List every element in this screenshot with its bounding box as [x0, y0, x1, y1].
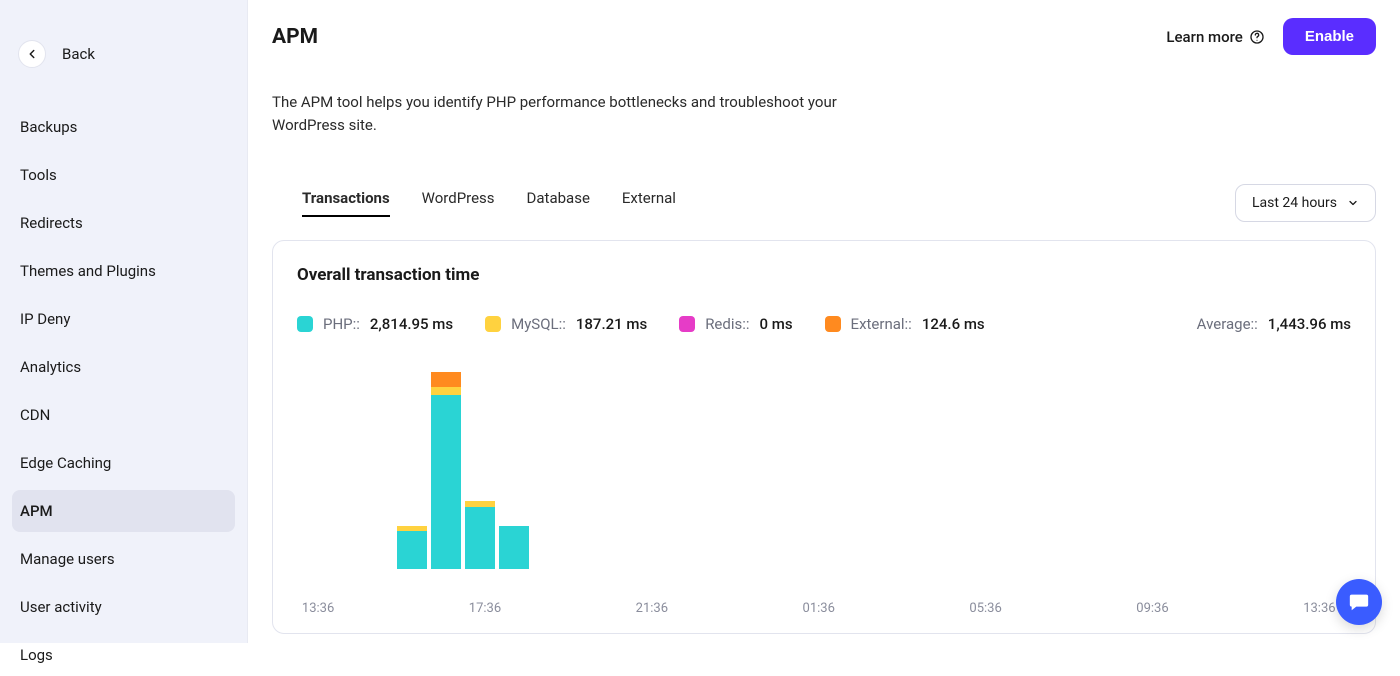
x-tick: 05:36 — [969, 601, 1001, 616]
chat-widget[interactable] — [1336, 579, 1382, 625]
tab-transactions[interactable]: Transactions — [302, 189, 390, 217]
legend-php-value: 2,814.95 ms — [370, 315, 453, 333]
chevron-down-icon — [1347, 197, 1359, 209]
tab-row: Transactions WordPress Database External La… — [272, 184, 1376, 222]
legend-row: PHP:: 2,814.95 ms MySQL:: 187.21 ms Redi… — [297, 315, 1351, 333]
legend-mysql-label: MySQL:: — [511, 315, 566, 333]
sidebar-item-cdn[interactable]: CDN — [12, 394, 235, 436]
chart-bars — [297, 371, 1351, 569]
sidebar-item-backups[interactable]: Backups — [12, 106, 235, 148]
header-row: APM Learn more Enable — [272, 18, 1376, 55]
bar-segment-php — [499, 526, 529, 569]
chart-x-axis: 13:36 17:36 21:36 01:36 05:36 09:36 13:36 — [297, 601, 1351, 621]
bar-segment-php — [465, 507, 495, 569]
back-label: Back — [62, 45, 95, 63]
swatch-external — [825, 316, 841, 332]
back-button[interactable] — [18, 40, 46, 68]
card-title: Overall transaction time — [297, 265, 1351, 285]
legend-avg-value: 1,443.96 ms — [1268, 315, 1351, 333]
learn-more-label: Learn more — [1166, 28, 1242, 46]
learn-more-link[interactable]: Learn more — [1166, 28, 1264, 46]
legend-avg-label: Average:: — [1197, 315, 1258, 333]
chat-icon — [1348, 591, 1370, 613]
header-actions: Learn more Enable — [1166, 18, 1376, 55]
sidebar-item-edge-caching[interactable]: Edge Caching — [12, 442, 235, 484]
bar-stack — [499, 526, 529, 569]
tabs: Transactions WordPress Database External — [302, 189, 676, 217]
bar-segment-mysql — [431, 387, 461, 394]
bar-segment-php — [397, 531, 427, 569]
sidebar: Back Backups Tools Redirects Themes and Plu… — [0, 0, 248, 643]
legend-external-value: 124.6 ms — [922, 315, 985, 333]
legend-redis-value: 0 ms — [760, 315, 793, 333]
x-tick: 21:36 — [636, 601, 668, 616]
arrow-left-icon — [25, 47, 39, 61]
help-circle-icon — [1249, 29, 1265, 45]
bar-segment-external — [431, 372, 461, 387]
chart-area — [297, 371, 1351, 569]
main-content: APM Learn more Enable The APM tool helps… — [248, 0, 1400, 643]
sidebar-item-apm[interactable]: APM — [12, 490, 235, 532]
x-tick: 17:36 — [469, 601, 501, 616]
x-tick: 13:36 — [1303, 601, 1335, 616]
legend-redis: Redis:: 0 ms — [679, 315, 792, 333]
swatch-redis — [679, 316, 695, 332]
sidebar-item-tools[interactable]: Tools — [12, 154, 235, 196]
bar-stack — [397, 526, 427, 569]
swatch-php — [297, 316, 313, 332]
sidebar-item-logs[interactable]: Logs — [12, 634, 235, 676]
sidebar-item-manage-users[interactable]: Manage users — [12, 538, 235, 580]
legend-php-label: PHP:: — [323, 315, 360, 333]
time-range-select[interactable]: Last 24 hours — [1235, 184, 1376, 222]
tab-wordpress[interactable]: WordPress — [422, 189, 495, 217]
enable-button[interactable]: Enable — [1283, 18, 1376, 55]
legend-average: Average:: 1,443.96 ms — [1197, 315, 1351, 333]
bar-segment-php — [431, 395, 461, 569]
sidebar-item-redirects[interactable]: Redirects — [12, 202, 235, 244]
page-title: APM — [272, 25, 318, 49]
legend-mysql: MySQL:: 187.21 ms — [485, 315, 647, 333]
legend-external-label: External:: — [851, 315, 912, 333]
legend-php: PHP:: 2,814.95 ms — [297, 315, 453, 333]
bar-stack — [465, 501, 495, 569]
sidebar-item-ip-deny[interactable]: IP Deny — [12, 298, 235, 340]
page-description: The APM tool helps you identify PHP perf… — [272, 91, 852, 136]
legend-redis-label: Redis:: — [705, 315, 749, 333]
legend-external: External:: 124.6 ms — [825, 315, 985, 333]
x-tick: 09:36 — [1136, 601, 1168, 616]
sidebar-item-analytics[interactable]: Analytics — [12, 346, 235, 388]
tab-database[interactable]: Database — [527, 189, 590, 217]
sidebar-item-themes-and-plugins[interactable]: Themes and Plugins — [12, 250, 235, 292]
sidebar-item-user-activity[interactable]: User activity — [12, 586, 235, 628]
legend-mysql-value: 187.21 ms — [576, 315, 647, 333]
x-tick: 01:36 — [803, 601, 835, 616]
time-range-label: Last 24 hours — [1252, 195, 1337, 211]
bar-stack — [431, 372, 461, 569]
swatch-mysql — [485, 316, 501, 332]
tab-external[interactable]: External — [622, 189, 676, 217]
transaction-time-card: Overall transaction time PHP:: 2,814.95 … — [272, 240, 1376, 634]
sidebar-nav: Backups Tools Redirects Themes and Plugins I… — [0, 106, 247, 676]
back-row: Back — [0, 40, 247, 88]
x-tick: 13:36 — [302, 601, 334, 616]
